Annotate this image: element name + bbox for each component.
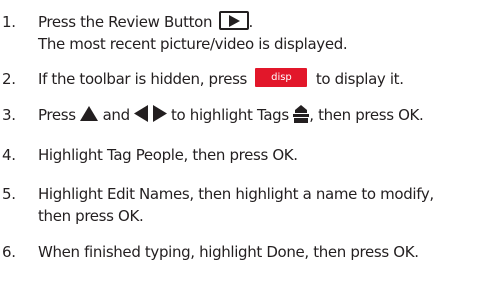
step-line: then press OK.	[38, 205, 144, 227]
step-text: Press the Review Button	[38, 13, 217, 31]
step-line: Highlight Tag People, then press OK.	[38, 144, 298, 166]
instruction-steps: 1. Press the Review Button . The most re…	[0, 0, 494, 283]
step-text: to highlight Tags	[166, 106, 294, 124]
step-line: Press the Review Button .	[38, 11, 253, 33]
step-text: and	[98, 106, 135, 124]
step-text: .	[248, 13, 254, 31]
step-number: 3.	[2, 106, 16, 124]
step-text: Highlight Edit Names, then highlight a n…	[38, 185, 434, 203]
step-text: If the toolbar is hidden, press	[38, 70, 252, 88]
step-line: Press and to highlight Tags , then press…	[38, 104, 424, 126]
step-text: Press	[38, 106, 81, 124]
review-button-icon	[218, 11, 249, 30]
step-number: 2.	[2, 70, 16, 88]
step-text: then press OK.	[38, 207, 144, 225]
left-arrow-icon	[134, 105, 149, 122]
step-text: The most recent picture/video is display…	[38, 35, 348, 53]
step-number: 6.	[2, 243, 16, 261]
step-line: When finished typing, highlight Done, th…	[38, 241, 419, 263]
right-arrow-icon	[152, 105, 167, 122]
step-text: to display it.	[311, 70, 404, 88]
step-line: The most recent picture/video is display…	[38, 33, 348, 55]
step-line: If the toolbar is hidden, press disp to …	[38, 68, 404, 90]
up-arrow-icon	[80, 106, 99, 121]
step-number: 1.	[2, 13, 16, 31]
tag-icon	[293, 104, 310, 123]
step-text: When finished typing, highlight Done, th…	[38, 243, 419, 261]
step-text: Highlight Tag People, then press OK.	[38, 146, 298, 164]
step-text: , then press OK.	[309, 106, 424, 124]
disp-button: disp	[255, 68, 308, 87]
step-line: Highlight Edit Names, then highlight a n…	[38, 183, 434, 205]
step-number: 5.	[2, 185, 16, 203]
step-number: 4.	[2, 146, 16, 164]
